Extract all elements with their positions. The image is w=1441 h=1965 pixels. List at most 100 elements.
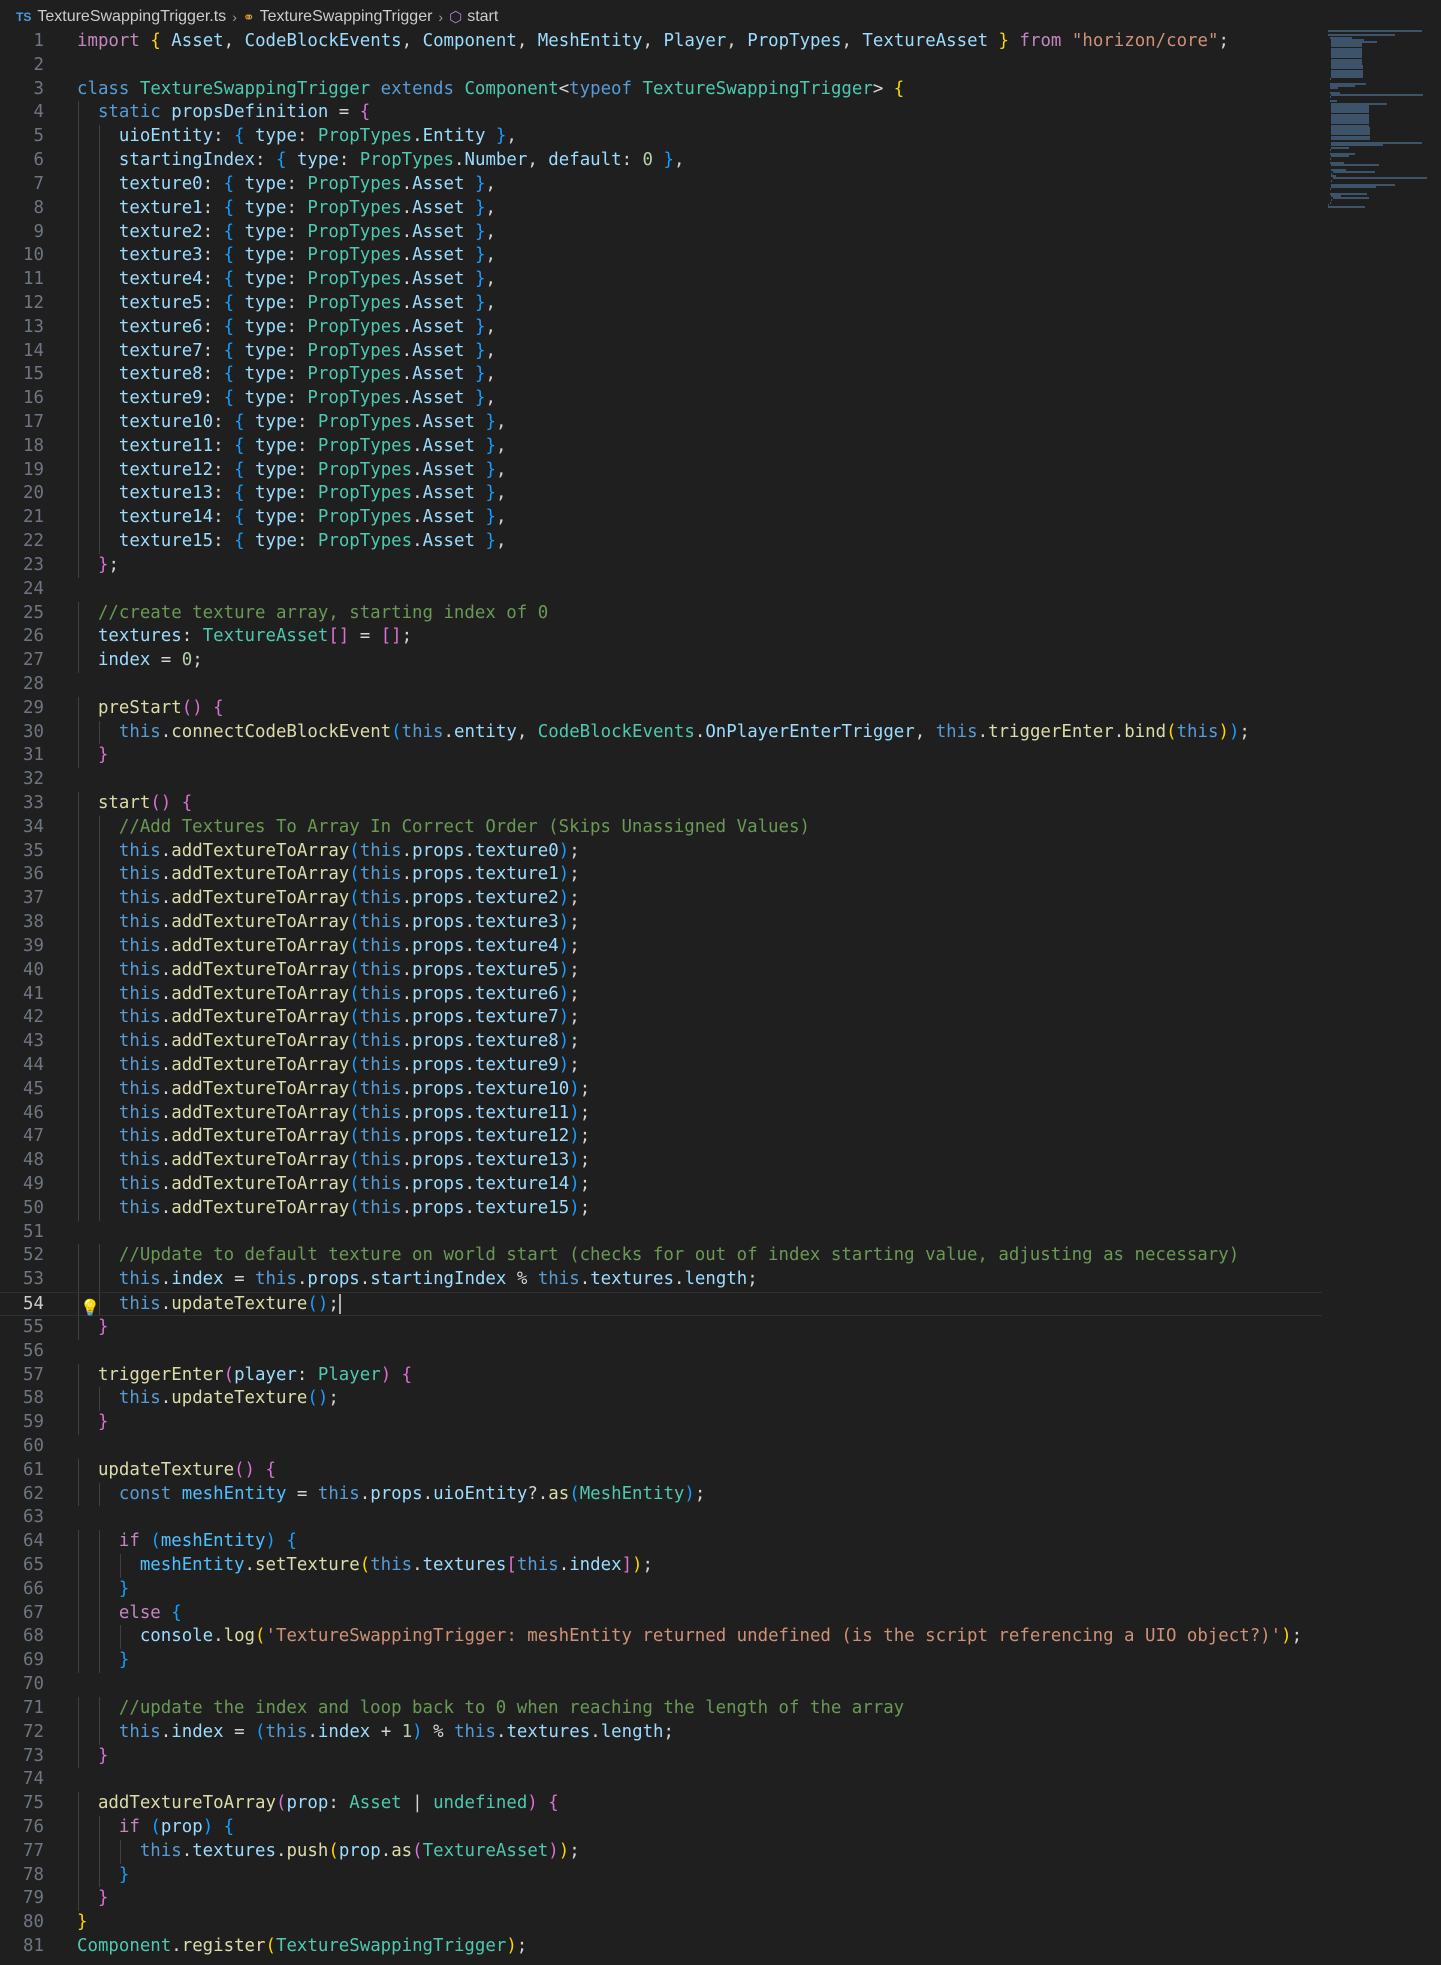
code-text: this.addTextureToArray(this.props.textur…: [118, 1174, 591, 1194]
code-line[interactable]: 72 this.index = (this.index + 1) % this.…: [0, 1720, 1441, 1745]
code-text: this.addTextureToArray(this.props.textur…: [118, 840, 580, 861]
code-line[interactable]: 61 updateTexture() {: [0, 1458, 1441, 1483]
code-line[interactable]: 15 texture8: { type: PropTypes.Asset },: [0, 363, 1441, 388]
code-line[interactable]: 7 texture0: { type: PropTypes.Asset },: [0, 172, 1441, 197]
code-line[interactable]: 11 texture4: { type: PropTypes.Asset },: [0, 268, 1441, 292]
code-line[interactable]: 59 }: [0, 1411, 1441, 1435]
code-line[interactable]: 67 else {: [0, 1601, 1441, 1626]
code-text: texture3: { type: PropTypes.Asset },: [118, 245, 496, 266]
code-line[interactable]: 76 if (prop) {: [0, 1815, 1441, 1840]
line-number: 73: [23, 1745, 44, 1766]
code-line[interactable]: 68 console.log('TextureSwappingTrigger: …: [0, 1625, 1441, 1650]
code-line[interactable]: 52 //Update to default texture on world …: [0, 1244, 1441, 1269]
code-line[interactable]: 77 this.textures.push(prop.as(TextureAss…: [0, 1839, 1441, 1864]
code-line[interactable]: 48 this.addTextureToArray(this.props.tex…: [0, 1149, 1441, 1173]
code-text: texture5: { type: PropTypes.Asset },: [118, 292, 496, 313]
code-line[interactable]: 60: [0, 1435, 1441, 1459]
breadcrumb-method[interactable]: start: [467, 8, 498, 26]
code-line[interactable]: 3 class TextureSwappingTrigger extends Co…: [0, 78, 1441, 102]
code-line[interactable]: 40 this.addTextureToArray(this.props.tex…: [0, 958, 1441, 983]
line-number: 63: [23, 1507, 44, 1528]
line-number: 34: [23, 816, 44, 837]
code-line[interactable]: 43 this.addTextureToArray(this.props.tex…: [0, 1030, 1441, 1054]
code-line[interactable]: 41 this.addTextureToArray(this.props.tex…: [0, 982, 1441, 1007]
code-line[interactable]: 26 textures: TextureAsset[] = [];: [0, 625, 1441, 650]
code-line[interactable]: 19 texture12: { type: PropTypes.Asset },: [0, 458, 1441, 483]
code-line[interactable]: 46 this.addTextureToArray(this.props.tex…: [0, 1101, 1441, 1126]
code-line[interactable]: 28: [0, 673, 1441, 697]
code-line[interactable]: 12 texture5: { type: PropTypes.Asset },: [0, 291, 1441, 316]
code-line[interactable]: 71 //update the index and loop back to 0…: [0, 1696, 1441, 1721]
code-line[interactable]: 74: [0, 1768, 1441, 1792]
code-line[interactable]: 57 triggerEnter(player: Player) {: [0, 1363, 1441, 1388]
code-line[interactable]: 20 texture13: { type: PropTypes.Asset },: [0, 482, 1441, 507]
code-line[interactable]: 56: [0, 1340, 1441, 1364]
code-line[interactable]: 5 uioEntity: { type: PropTypes.Entity },: [0, 125, 1441, 150]
code-line[interactable]: 25 //create texture array, starting inde…: [0, 601, 1441, 626]
code-text: updateTexture() {: [97, 1459, 276, 1480]
code-line[interactable]: 23 };: [0, 553, 1441, 578]
code-text: this.addTextureToArray(this.props.textur…: [118, 1102, 591, 1123]
code-line[interactable]: 49 this.addTextureToArray(this.props.tex…: [0, 1173, 1441, 1197]
code-line[interactable]: 70: [0, 1673, 1441, 1697]
code-text: import { Asset, CodeBlockEvents, Compone…: [77, 31, 1229, 51]
code-line[interactable]: 6 startingIndex: { type: PropTypes.Numbe…: [0, 149, 1441, 173]
code-line[interactable]: 36 this.addTextureToArray(this.props.tex…: [0, 863, 1441, 888]
code-line[interactable]: 24: [0, 578, 1441, 602]
code-line[interactable]: 10 texture3: { type: PropTypes.Asset },: [0, 244, 1441, 269]
code-line[interactable]: 38 this.addTextureToArray(this.props.tex…: [0, 911, 1441, 935]
code-line[interactable]: 16 texture9: { type: PropTypes.Asset },: [0, 387, 1441, 411]
code-line[interactable]: 73 }: [0, 1744, 1441, 1769]
code-line[interactable]: 69 }: [0, 1649, 1441, 1674]
line-number: 22: [23, 531, 44, 552]
code-line[interactable]: 33 start() {: [0, 792, 1441, 816]
code-line[interactable]: 55 }: [0, 1315, 1441, 1340]
code-line[interactable]: 64 if (meshEntity) {: [0, 1530, 1441, 1554]
code-line[interactable]: 51: [0, 1221, 1441, 1245]
code-line[interactable]: 54 💡 this.updateTexture();: [0, 1292, 1322, 1317]
code-line[interactable]: 37 this.addTextureToArray(this.props.tex…: [0, 887, 1441, 912]
code-line[interactable]: 39 this.addTextureToArray(this.props.tex…: [0, 934, 1441, 959]
code-line[interactable]: 34 //Add Textures To Array In Correct Or…: [0, 815, 1441, 840]
code-line[interactable]: 31 }: [0, 744, 1441, 769]
code-text: texture6: { type: PropTypes.Asset },: [118, 316, 496, 337]
code-line[interactable]: 44 this.addTextureToArray(this.props.tex…: [0, 1053, 1441, 1078]
code-text: const meshEntity = this.props.uioEntity?…: [118, 1483, 706, 1504]
code-line[interactable]: 45 this.addTextureToArray(this.props.tex…: [0, 1077, 1441, 1102]
code-line[interactable]: 81 Component.register(TextureSwappingTrig…: [0, 1935, 1441, 1959]
code-line[interactable]: 18 texture11: { type: PropTypes.Asset },: [0, 434, 1441, 459]
code-line[interactable]: 35 this.addTextureToArray(this.props.tex…: [0, 839, 1441, 864]
code-line[interactable]: 78 }: [0, 1863, 1441, 1888]
code-line[interactable]: 2: [0, 54, 1441, 78]
code-line[interactable]: 42 this.addTextureToArray(this.props.tex…: [0, 1006, 1441, 1031]
code-line[interactable]: 27 index = 0;: [0, 649, 1441, 673]
code-line[interactable]: 58 this.updateTexture();: [0, 1387, 1441, 1412]
breadcrumb-file[interactable]: TextureSwappingTrigger.ts: [37, 8, 226, 26]
code-editor[interactable]: 1 import { Asset, CodeBlockEvents, Compon…: [0, 30, 1441, 1959]
code-text: this.addTextureToArray(this.props.textur…: [118, 864, 580, 885]
code-line[interactable]: 63: [0, 1506, 1441, 1530]
code-line[interactable]: 75 addTextureToArray(prop: Asset | undef…: [0, 1792, 1441, 1816]
code-line[interactable]: 17 texture10: { type: PropTypes.Asset },: [0, 411, 1441, 435]
code-line[interactable]: 79 }: [0, 1887, 1441, 1912]
code-line[interactable]: 14 texture7: { type: PropTypes.Asset },: [0, 339, 1441, 364]
code-line[interactable]: 21 texture14: { type: PropTypes.Asset },: [0, 506, 1441, 531]
code-line[interactable]: 13 texture6: { type: PropTypes.Asset },: [0, 315, 1441, 340]
code-line[interactable]: 65 meshEntity.setTexture(this.textures[t…: [0, 1554, 1441, 1578]
code-line[interactable]: 62 const meshEntity = this.props.uioEnti…: [0, 1482, 1441, 1507]
code-line[interactable]: 30 this.connectCodeBlockEvent(this.entit…: [0, 720, 1441, 745]
breadcrumb-class[interactable]: TextureSwappingTrigger: [260, 8, 433, 26]
code-line[interactable]: 1 import { Asset, CodeBlockEvents, Compon…: [0, 30, 1441, 54]
code-line[interactable]: 8 texture1: { type: PropTypes.Asset },: [0, 196, 1441, 221]
code-line[interactable]: 47 this.addTextureToArray(this.props.tex…: [0, 1125, 1441, 1150]
code-line[interactable]: 29 preStart() {: [0, 696, 1441, 721]
code-line[interactable]: 32: [0, 768, 1441, 792]
minimap[interactable]: [1328, 30, 1428, 210]
code-line[interactable]: 80}: [0, 1911, 1441, 1935]
code-line[interactable]: 9 texture2: { type: PropTypes.Asset },: [0, 220, 1441, 245]
code-line[interactable]: 4 static propsDefinition = {: [0, 101, 1441, 126]
code-line[interactable]: 66 }: [0, 1577, 1441, 1602]
code-line[interactable]: 50 this.addTextureToArray(this.props.tex…: [0, 1196, 1441, 1221]
code-line[interactable]: 22 texture15: { type: PropTypes.Asset },: [0, 530, 1441, 554]
code-line[interactable]: 53 this.index = this.props.startingIndex…: [0, 1268, 1441, 1293]
